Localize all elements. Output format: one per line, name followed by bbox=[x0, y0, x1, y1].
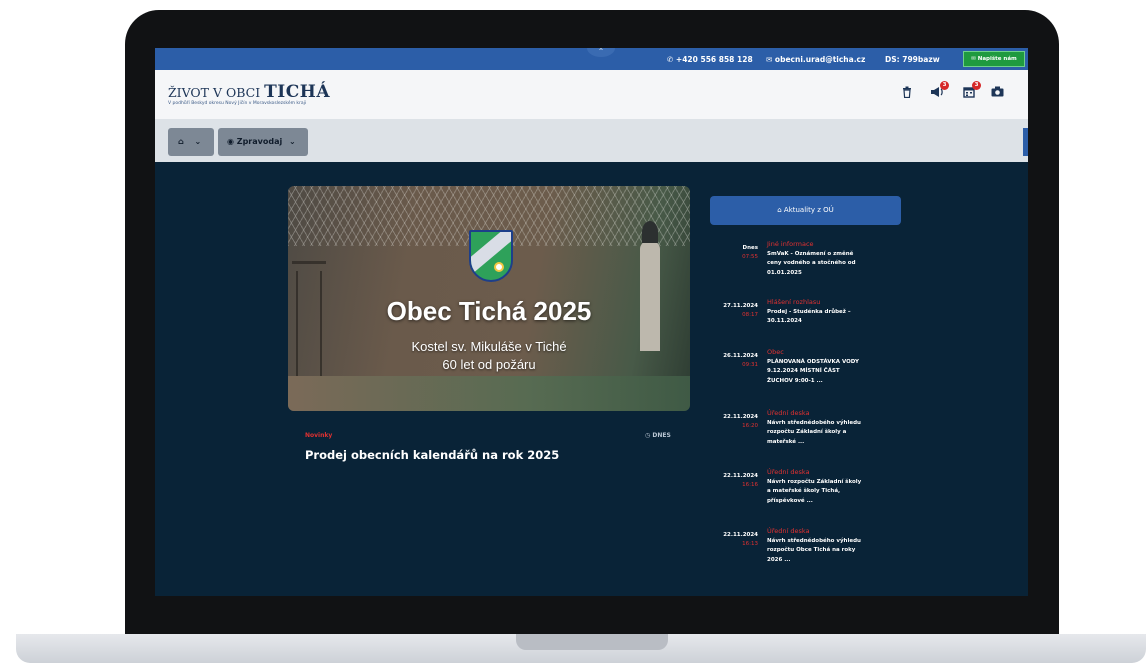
news-date: ◷ DNES bbox=[645, 432, 671, 439]
feed-item-date: 26.11.2024 bbox=[723, 353, 758, 359]
feed-item-line: Prodej - Studénka drůbež – bbox=[767, 309, 851, 315]
title-prefix: ŽIVOT V OBCI bbox=[168, 85, 261, 100]
email-link[interactable]: ✉ obecni.urad@ticha.cz bbox=[766, 55, 865, 64]
feed-item-line: Návrh střednědobého výhledu bbox=[767, 420, 861, 426]
hero-subtitle: Kostel sv. Mikuláše v Tiché 60 let od po… bbox=[288, 338, 690, 374]
feed-item-line: Návrh střednědobého výhledu bbox=[767, 538, 861, 544]
title-main: TICHÁ bbox=[264, 82, 331, 102]
main-navbar: ⌂ ⌄ ◉ Zpravodaj ⌄ bbox=[155, 119, 1028, 162]
hero-subtitle-line1: Kostel sv. Mikuláše v Tiché bbox=[411, 339, 567, 354]
news-date-label: DNES bbox=[652, 432, 671, 439]
feed-item-category: Hlášení rozhlasu bbox=[767, 298, 821, 306]
trash-icon[interactable] bbox=[899, 86, 915, 100]
feed-item-line: rozpočtu Základní školy a bbox=[767, 429, 847, 436]
feed-item-text: Návrh střednědobého výhledu rozpočtu Obc… bbox=[767, 537, 909, 565]
bank-icon: ⌂ bbox=[777, 206, 782, 214]
feed-item-date: Dnes bbox=[742, 245, 759, 251]
email-address: obecni.urad@ticha.cz bbox=[774, 55, 866, 64]
feed-item-line: Návrh rozpočtu Základní školy bbox=[767, 479, 862, 485]
clock-icon: ◷ bbox=[645, 432, 651, 439]
feed-item-line: PLÁNOVANÁ ODSTÁVKA VODY bbox=[767, 359, 859, 365]
home-icon: ⌂ bbox=[178, 137, 184, 146]
site-title[interactable]: ŽIVOT V OBCI TICHÁ bbox=[168, 82, 330, 102]
hero-banner[interactable]: Obec Tichá 2025 Kostel sv. Mikuláše v Ti… bbox=[288, 186, 690, 411]
feed-item-line: SmVaK - Oznámení o změně bbox=[767, 251, 854, 257]
hero-subtitle-line2: 60 let od požáru bbox=[442, 357, 536, 372]
feed-item-line: 9.12.2024 MÍSTNÍ ČÁST bbox=[767, 368, 840, 375]
collapse-toggle[interactable]: ⌃ bbox=[587, 48, 615, 57]
top-contact-bar: ⌃ ✆ +420 556 858 128 ✉ obecni.urad@ticha… bbox=[155, 48, 1028, 70]
news-category[interactable]: Novinky bbox=[305, 432, 332, 439]
camera-icon[interactable] bbox=[989, 86, 1005, 100]
feed-item-line: 2026 ... bbox=[767, 556, 791, 563]
feed-item-text: Návrh rozpočtu Základní školy a mateřské… bbox=[767, 478, 909, 506]
feed-item-date: 22.11.2024 bbox=[723, 414, 758, 420]
megaphone-badge: 3 bbox=[940, 81, 949, 90]
feed-item-date: 22.11.2024 bbox=[723, 532, 758, 538]
home-menu-button[interactable]: ⌂ ⌄ bbox=[168, 128, 214, 156]
feed-item-line: rozpočtu Obce Tichá na roky bbox=[767, 547, 856, 554]
news-title[interactable]: Prodej obecních kalendářů na rok 2025 bbox=[305, 448, 559, 462]
mail-icon: ✉ bbox=[766, 55, 773, 64]
feed-item-line: 30.11.2024 bbox=[767, 318, 802, 325]
feed-item-line: mateřské ... bbox=[767, 438, 805, 445]
write-us-label: Napište nám bbox=[977, 56, 1017, 62]
feed-item-category: Úřední deska bbox=[767, 468, 810, 476]
zpravodaj-menu-button[interactable]: ◉ Zpravodaj ⌄ bbox=[218, 128, 308, 156]
aktuality-button[interactable]: ⌂ Aktuality z OÚ bbox=[710, 196, 901, 225]
feed-item-category: Jiné informace bbox=[767, 240, 814, 248]
phone-number: +420 556 858 128 bbox=[675, 55, 753, 64]
feed-item-time: 07:55 bbox=[742, 254, 758, 260]
zpravodaj-label: Zpravodaj bbox=[236, 137, 283, 146]
feed-item-date: 22.11.2024 bbox=[723, 473, 758, 479]
phone-link[interactable]: ✆ +420 556 858 128 bbox=[667, 55, 753, 64]
megaphone-icon[interactable]: 3 bbox=[929, 81, 949, 100]
data-box-id: DS: 799bazw bbox=[885, 55, 940, 64]
feed-item-time: 08:17 bbox=[742, 312, 758, 318]
landscape-strip bbox=[288, 376, 690, 411]
feed-item-time: 16:13 bbox=[742, 541, 758, 547]
write-us-button[interactable]: ✉ Napište nám bbox=[963, 51, 1025, 67]
site-subtitle: V podhůří Beskyd okresu Nový Jičín v Mor… bbox=[168, 101, 307, 106]
navbar-right-accent bbox=[1023, 128, 1028, 156]
aktuality-label: Aktuality z OÚ bbox=[783, 206, 834, 214]
feed-item-text: Návrh střednědobého výhledu rozpočtu Zák… bbox=[767, 419, 909, 447]
feed-item-text: Prodej - Studénka drůbež – 30.11.2024 bbox=[767, 308, 909, 327]
eye-icon: ◉ bbox=[227, 137, 234, 146]
chevron-down-icon: ⌄ bbox=[289, 137, 296, 146]
feed-item-category: Úřední deska bbox=[767, 527, 810, 535]
feed-item-line: 01.01.2025 bbox=[767, 269, 802, 276]
chevron-down-icon: ⌄ bbox=[194, 137, 202, 146]
site-header: ŽIVOT V OBCI TICHÁ V podhůří Beskyd okre… bbox=[155, 70, 1028, 119]
feed-item-line: příspěvkové ... bbox=[767, 497, 813, 504]
feed-item-time: 16:16 bbox=[742, 482, 758, 488]
feed-item-category: Obec bbox=[767, 348, 784, 356]
village-emblem bbox=[469, 230, 513, 282]
feed-item-line: a mateřské školy Tichá, bbox=[767, 488, 841, 495]
calendar-badge: 3 bbox=[972, 81, 981, 90]
feed-item-text: SmVaK - Oznámení o změně ceny vodného a … bbox=[767, 250, 909, 278]
phone-icon: ✆ bbox=[667, 55, 674, 64]
envelope-icon: ✉ bbox=[971, 56, 976, 62]
laptop-notch bbox=[516, 634, 668, 650]
feed-item-text: PLÁNOVANÁ ODSTÁVKA VODY 9.12.2024 MÍSTNÍ… bbox=[767, 358, 909, 386]
feed-item-line: ceny vodného a stočného od bbox=[767, 260, 856, 267]
feed-item-date: 27.11.2024 bbox=[723, 303, 758, 309]
hero-title: Obec Tichá 2025 bbox=[386, 296, 592, 326]
feed-item-category: Úřední deska bbox=[767, 409, 810, 417]
emblem-flower bbox=[494, 262, 504, 272]
feed-item-time: 16:20 bbox=[742, 423, 758, 429]
feed-item-time: 09:31 bbox=[742, 362, 758, 368]
browser-screen: ⌃ ✆ +420 556 858 128 ✉ obecni.urad@ticha… bbox=[155, 48, 1028, 596]
calendar-icon[interactable]: 3 bbox=[961, 81, 981, 100]
feed-item-line: ŽUCHOV 9:00-1 ... bbox=[767, 377, 823, 384]
